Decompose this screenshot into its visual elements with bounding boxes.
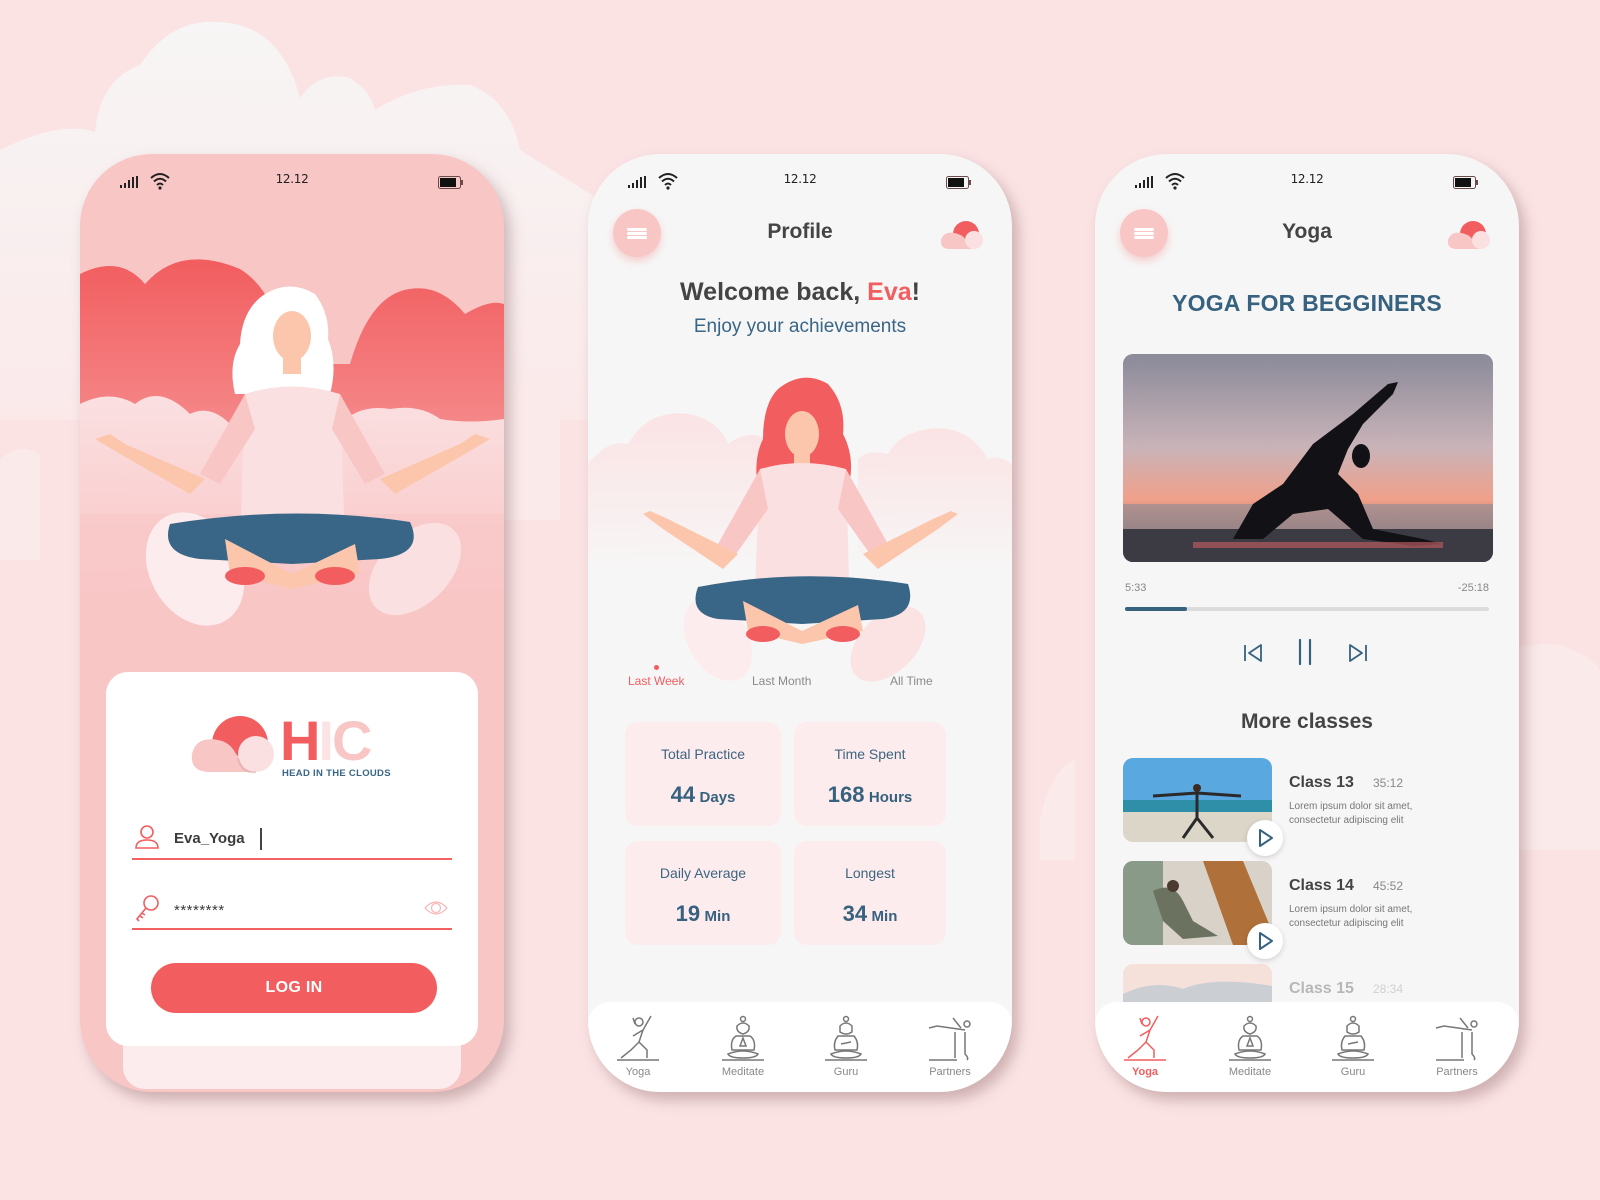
login-card: HIC HEAD IN THE CLOUDS Eva_Yoga ********… [106, 672, 478, 1046]
nav-meditate[interactable]: Meditate [1210, 1014, 1290, 1078]
play-button[interactable] [1247, 820, 1283, 856]
cloud-logo-icon [940, 221, 983, 249]
previous-icon[interactable] [1242, 642, 1264, 664]
user-icon [135, 825, 159, 849]
key-icon [135, 895, 159, 922]
video-thumbnail [1123, 354, 1493, 562]
partners-icon [928, 1017, 971, 1061]
cloud-logo-icon [191, 716, 274, 774]
partners-icon [1435, 1017, 1478, 1061]
nav-guru[interactable]: Guru [1313, 1014, 1393, 1078]
video-player[interactable] [1123, 354, 1493, 562]
battery-icon [1453, 176, 1478, 189]
yoga-pose-icon [617, 1015, 659, 1061]
user-name: Eva [867, 278, 912, 306]
nav-yoga[interactable]: Yoga [1105, 1014, 1185, 1078]
cloud-logo-icon [1447, 221, 1490, 249]
logo-tagline: HEAD IN THE CLOUDS [282, 768, 391, 779]
stat-time-spent: Time Spent 168 Hours [794, 722, 946, 826]
play-button[interactable] [1247, 923, 1283, 959]
login-screen: 12.12 HIC HEAD IN THE CLOUDS Eva_Yoga **… [80, 154, 504, 1092]
battery-icon [438, 176, 463, 189]
stat-daily-average: Daily Average 19 Min [625, 841, 781, 945]
class-item[interactable]: Class 13 35:12 Lorem ipsum dolor sit ame… [1123, 758, 1493, 856]
guru-icon [825, 1015, 867, 1061]
stat-total-practice: Total Practice 44 Days [625, 722, 781, 826]
yoga-pose-icon [1124, 1015, 1166, 1061]
status-bar: 12.12 [1095, 166, 1519, 196]
active-indicator-dot [653, 665, 659, 670]
course-heading: YOGA FOR BEGGINERS [1172, 290, 1442, 316]
profile-screen: 12.12 Profile Welcome back, Eva! Enjoy y… [588, 154, 1012, 1092]
next-icon[interactable] [1347, 642, 1369, 664]
subtitle: Enjoy your achievements [693, 316, 907, 337]
progress-fill [1125, 607, 1187, 611]
nav-guru[interactable]: Guru [806, 1014, 886, 1078]
stat-longest: Longest 34 Min [794, 841, 946, 945]
meditate-icon [1229, 1015, 1271, 1061]
status-bar: 12.12 [80, 166, 504, 196]
remaining-time: -25:18 [1457, 582, 1489, 594]
period-tabs: Last Week Last Month All Time [588, 664, 1012, 694]
nav-meditate[interactable]: Meditate [703, 1014, 783, 1078]
more-classes-heading: More classes [1241, 710, 1373, 733]
text-caret [260, 828, 262, 850]
bottom-nav: Yoga Meditate Guru Partners [588, 1002, 1012, 1092]
tab-last-month[interactable]: Last Month [752, 674, 811, 688]
show-password-eye-icon[interactable] [424, 900, 448, 916]
play-icon [1259, 829, 1273, 847]
nav-yoga[interactable]: Yoga [598, 1014, 678, 1078]
nav-partners[interactable]: Partners [910, 1014, 990, 1078]
tab-last-week[interactable]: Last Week [628, 665, 684, 688]
username-value: Eva_Yoga [174, 830, 245, 847]
video-progress-slider[interactable] [1125, 607, 1489, 611]
login-button[interactable]: LOG IN [151, 963, 437, 1013]
password-value: ******** [174, 902, 225, 919]
bottom-nav: Yoga Meditate Guru Partners [1095, 1002, 1519, 1092]
welcome-heading: Welcome back, Eva! [680, 278, 920, 306]
username-field[interactable]: Eva_Yoga [132, 816, 452, 860]
meditate-icon [722, 1015, 764, 1061]
battery-icon [946, 176, 971, 189]
play-icon [1259, 932, 1273, 950]
nav-partners[interactable]: Partners [1417, 1014, 1497, 1078]
elapsed-time: 5:33 [1125, 582, 1147, 594]
password-field[interactable]: ******** [132, 886, 452, 930]
yoga-screen: 12.12 Yoga YOGA FOR BEGGINERS 5:33 -25:1… [1095, 154, 1519, 1092]
hic-logo: HIC HEAD IN THE CLOUDS [190, 710, 400, 780]
logo-wordmark: HIC [280, 709, 372, 772]
pause-icon[interactable] [1295, 638, 1317, 666]
tab-all-time[interactable]: All Time [890, 674, 933, 688]
guru-icon [1332, 1015, 1374, 1061]
status-bar: 12.12 [588, 166, 1012, 196]
class-item[interactable]: Class 14 45:52 Lorem ipsum dolor sit ame… [1123, 861, 1493, 959]
